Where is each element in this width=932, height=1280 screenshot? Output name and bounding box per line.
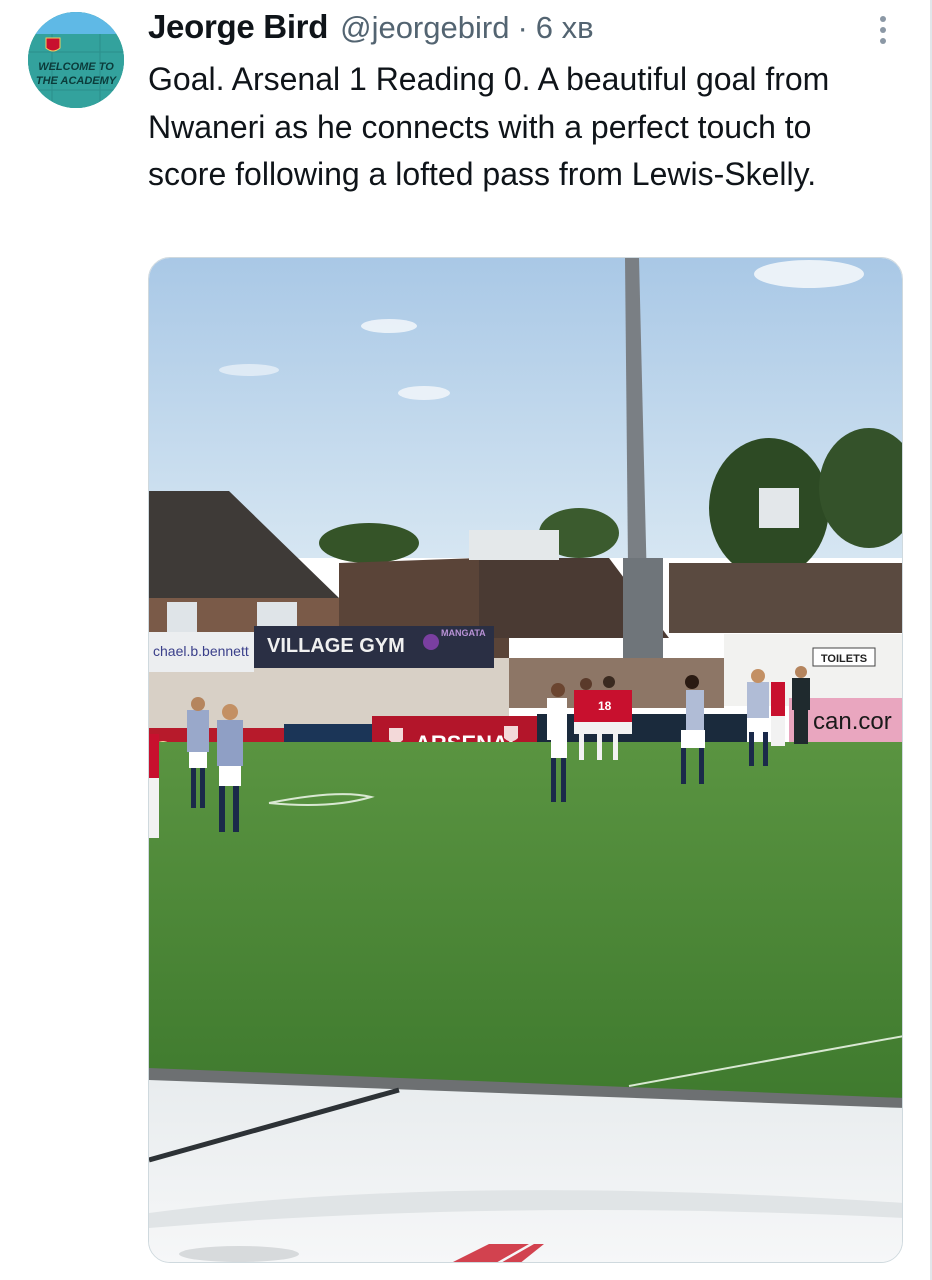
avatar-line2: THE ACADEMY (36, 75, 118, 87)
avatar[interactable]: WELCOME TO THE ACADEMY (28, 12, 124, 108)
separator-dot: · (517, 10, 528, 45)
distant-building (469, 530, 559, 560)
toilets-sign: TOILETS (821, 653, 867, 665)
cloud (398, 386, 450, 400)
avatar-image: WELCOME TO THE ACADEMY (28, 12, 124, 108)
village-gym-text: VILLAGE GYM (267, 635, 405, 657)
distant-building (759, 488, 799, 528)
cloud (361, 319, 417, 333)
shirt-number: 18 (598, 699, 612, 713)
cloud (219, 364, 279, 376)
pitchside-board (537, 714, 747, 746)
author-name[interactable]: Jeorge Bird (148, 8, 328, 46)
pitch (149, 742, 902, 1102)
tree (319, 523, 419, 563)
arsenal-crest-icon (45, 37, 61, 52)
stadium-photo: TOILETS chael.b.bennett VILLAGE GYM MANG… (149, 258, 902, 1262)
avatar-line1: WELCOME TO (38, 61, 114, 73)
roof-block (669, 563, 902, 633)
vertical-ellipsis-icon (880, 16, 886, 44)
timestamp[interactable]: 6 хв (536, 10, 594, 46)
tweet-text: Goal. Arsenal 1 Reading 0. A beautiful g… (148, 61, 830, 192)
cloud (754, 260, 864, 288)
author-handle[interactable]: @jeorgebird (340, 10, 509, 46)
dugout-cover (149, 1078, 902, 1262)
player (149, 734, 159, 838)
mangata-text: MANGATA (441, 628, 486, 638)
tweet-photo[interactable]: TOILETS chael.b.bennett VILLAGE GYM MANG… (148, 257, 903, 1263)
can-com-text: can.cor (813, 708, 892, 735)
arsenal-crest-icon (389, 728, 403, 744)
tweet-header: Jeorge Bird @jeorgebird · 6 хв (148, 8, 594, 52)
arsenal-crest-icon (504, 726, 518, 742)
bennett-board-text: chael.b.bennett (153, 643, 249, 659)
more-options-button[interactable] (872, 14, 894, 48)
